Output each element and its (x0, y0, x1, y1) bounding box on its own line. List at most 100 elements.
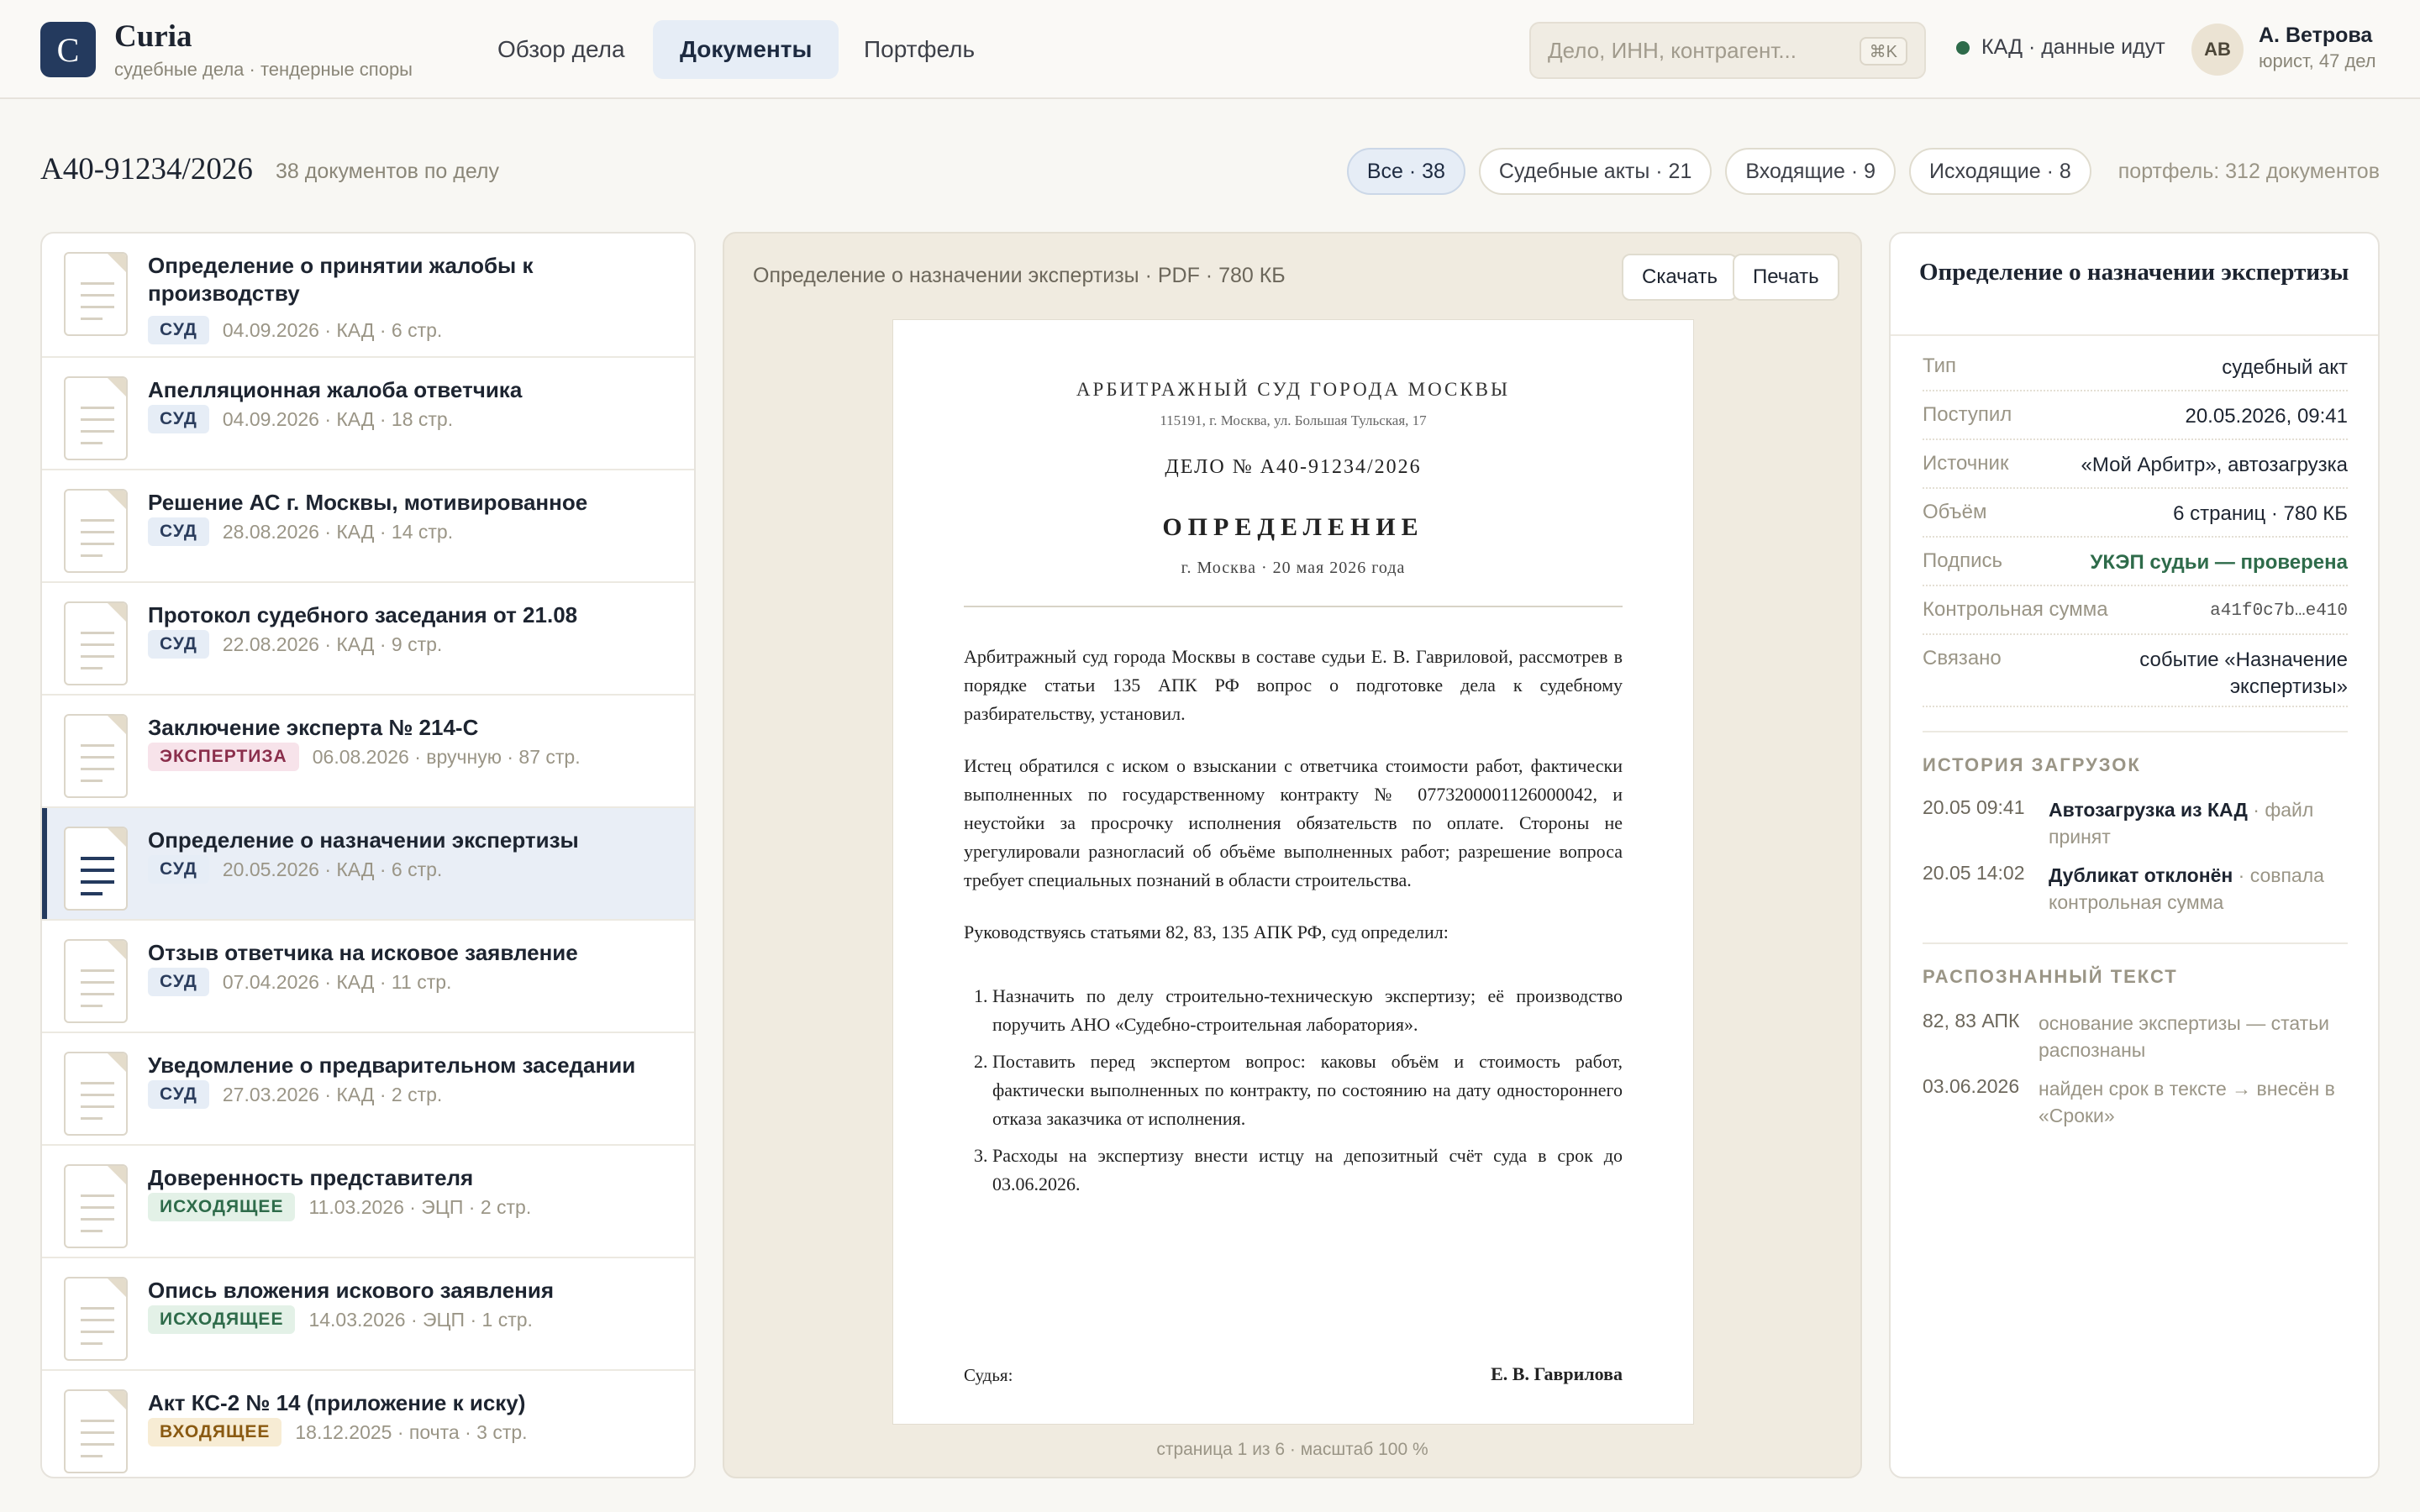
detail-property-label: Связано (1923, 647, 2002, 669)
tab-overview[interactable]: Обзор дела (471, 20, 652, 79)
ocr-text: основание экспертизы — статьи распознаны (2039, 1012, 2330, 1061)
document-thumbnail-icon (64, 489, 128, 573)
detail-property-value[interactable]: событие «Назначение экспертизы» (2104, 647, 2348, 701)
document-meta-row: СУД 04.09.2026 · КАД · 6 стр. (148, 316, 442, 344)
page-divider (964, 606, 1623, 607)
history-time: 20.05 14:02 (1923, 862, 2025, 884)
document-thumbnail-icon (64, 1389, 128, 1473)
details-title: Определение о назначении экспертизы (1919, 259, 2349, 286)
document-thumbnail-icon (64, 827, 128, 911)
app-title: Curia (114, 19, 192, 54)
document-meta-row: ИСХОДЯЩЕЕ 14.03.2026 · ЭЦП · 1 стр. (148, 1305, 533, 1334)
page-heading: ОПРЕДЕЛЕНИЕ (1162, 513, 1424, 541)
details-divider (1891, 334, 2378, 336)
document-meta: 20.05.2026 · КАД · 6 стр. (222, 858, 443, 880)
document-list-item[interactable]: Отзыв ответчика на исковое заявление СУД 0… (42, 921, 694, 1033)
judge-label: Судья: (964, 1365, 1013, 1385)
search-box: ⌘K (1529, 22, 1926, 79)
detail-property-row: Тип судебный акт (1923, 343, 2348, 391)
document-list-item[interactable]: Решение АС г. Москвы, мотивированное СУД 2… (42, 470, 694, 583)
document-meta-row: СУД 27.03.2026 · КАД · 2 стр. (148, 1080, 442, 1109)
document-meta-row: СУД 07.04.2026 · КАД · 11 стр. (148, 968, 451, 996)
page-place-date: г. Москва · 20 мая 2026 года (1181, 559, 1406, 577)
print-button[interactable]: Печать (1733, 254, 1839, 301)
document-type-badge: СУД (148, 1080, 209, 1109)
user-role: юрист, 47 дел (2259, 50, 2376, 71)
document-title: Протокол судебного заседания от 21.08 (148, 602, 578, 627)
history-text: Дубликат отклонён · совпала контрольная … (2049, 862, 2351, 916)
tab-portfolio[interactable]: Портфель (837, 20, 1002, 79)
document-list-item[interactable]: Уведомление о предварительном заседании С… (42, 1033, 694, 1146)
document-type-badge: СУД (148, 405, 209, 433)
document-meta: 07.04.2026 · КАД · 11 стр. (222, 970, 452, 993)
document-type-badge: СУД (148, 630, 209, 659)
document-list-item[interactable]: Заключение эксперта № 214-С ЭКСПЕРТИЗА 06.… (42, 696, 694, 808)
document-title: Уведомление о предварительном заседании (148, 1053, 636, 1078)
detail-property-value: 6 страниц · 780 КБ (2173, 502, 2348, 525)
detail-property-value: «Мой Арбитр», автозагрузка (2081, 454, 2349, 476)
page-paragraph: Руководствуясь статьями 82, 83, 135 АПК … (964, 921, 1449, 942)
document-title: Апелляционная жалоба ответчика (148, 377, 523, 402)
document-list-item[interactable]: Доверенность представителя ИСХОДЯЩЕЕ 11.03… (42, 1146, 694, 1258)
document-title: Акт КС-2 № 14 (приложение к иску) (148, 1390, 526, 1415)
kad-status: КАД · данные идут (1956, 35, 2165, 60)
case-doc-count: 38 документов по делу (276, 160, 500, 183)
document-type-badge: ИСХОДЯЩЕЕ (148, 1193, 296, 1221)
document-meta: 18.12.2025 · почта · 3 стр. (295, 1420, 528, 1443)
document-meta-row: ВХОДЯЩЕЕ 18.12.2025 · почта · 3 стр. (148, 1418, 528, 1446)
search-input[interactable] (1548, 34, 1850, 67)
document-meta: 06.08.2026 · вручную · 87 стр. (312, 745, 581, 768)
document-list-item[interactable]: Апелляционная жалоба ответчика СУД 04.09.2… (42, 358, 694, 470)
document-type-badge: ИСХОДЯЩЕЕ (148, 1305, 296, 1334)
section-divider (1923, 731, 2348, 732)
status-text: КАД · данные идут (1981, 35, 2165, 59)
filter-incoming[interactable]: Входящие · 9 (1725, 148, 1897, 195)
ruling-item: Поставить перед экспертом вопрос: каковы… (992, 1047, 1623, 1133)
document-meta: 04.09.2026 · КАД · 6 стр. (222, 318, 443, 341)
detail-property-label: Тип (1923, 354, 1957, 377)
document-list-item[interactable]: Определение о принятии жалобы к производ… (42, 234, 694, 358)
document-title: Определение о принятии жалобы к производ… (148, 253, 534, 306)
document-list: Определение о принятии жалобы к производ… (40, 232, 696, 1478)
document-meta: 28.08.2026 · КАД · 14 стр. (222, 520, 454, 543)
judge-name: Е. В. Гаврилова (1491, 1363, 1623, 1384)
document-meta: 04.09.2026 · КАД · 18 стр. (222, 407, 454, 430)
document-thumbnail-icon (64, 939, 128, 1023)
ocr-key: 82, 83 АПК (1923, 1010, 2020, 1032)
document-title: Определение о назначении экспертизы (148, 827, 579, 853)
detail-property-label: Подпись (1923, 549, 2002, 572)
document-meta-row: ЭКСПЕРТИЗА 06.08.2026 · вручную · 87 стр. (148, 743, 581, 771)
tab-documents[interactable]: Документы (653, 20, 839, 79)
history-section-title: ИСТОРИЯ ЗАГРУЗОК (1923, 754, 2141, 775)
portfolio-note: портфель: 312 документов (2118, 159, 2380, 183)
section-divider (1923, 942, 2348, 944)
document-meta: 11.03.2026 · ЭЦП · 2 стр. (308, 1195, 532, 1218)
document-meta: 22.08.2026 · КАД · 9 стр. (222, 633, 443, 655)
history-text: Автозагрузка из КАД · файл принят (2049, 796, 2351, 850)
document-list-item[interactable]: Опись вложения искового заявления ИСХОДЯЩ… (42, 1258, 694, 1371)
app-logo[interactable]: C (40, 22, 96, 77)
document-list-item[interactable]: Протокол судебного заседания от 21.08 СУД… (42, 583, 694, 696)
download-button[interactable]: Скачать (1622, 254, 1738, 301)
avatar[interactable]: АВ (2191, 24, 2244, 76)
filter-outgoing[interactable]: Исходящие · 8 (1909, 148, 2091, 195)
document-title: Доверенность представителя (148, 1165, 474, 1190)
document-type-badge: СУД (148, 855, 209, 884)
document-details: Определение о назначении экспертизы Тип с… (1889, 232, 2380, 1478)
document-thumbnail-icon (64, 252, 128, 336)
page-paragraph: Истец обратился с иском о взыскании с от… (964, 755, 1623, 890)
detail-property-row: Связано событие «Назначение экспертизы» (1923, 635, 2348, 707)
history-action: Дубликат отклонён (2049, 864, 2233, 886)
document-type-badge: СУД (148, 316, 209, 344)
document-list-item[interactable]: Определение о назначении экспертизы СУД 20… (42, 808, 694, 921)
document-type-badge: ВХОДЯЩЕЕ (148, 1418, 282, 1446)
ruling-item: Назначить по делу строительно-техническу… (992, 982, 1623, 1039)
filter-all[interactable]: Все · 38 (1346, 148, 1465, 195)
page-body: Арбитражный суд города Москвы в составе … (964, 643, 1623, 1207)
filter-court-acts[interactable]: Судебные акты · 21 (1478, 148, 1712, 195)
status-dot-icon (1956, 40, 1970, 55)
document-meta-row: СУД 20.05.2026 · КАД · 6 стр. (148, 855, 442, 884)
document-type-badge: ЭКСПЕРТИЗА (148, 743, 299, 771)
case-number: А40-91234/2026 (40, 152, 253, 186)
document-list-item[interactable]: Акт КС-2 № 14 (приложение к иску) ВХОДЯЩЕ… (42, 1371, 694, 1477)
